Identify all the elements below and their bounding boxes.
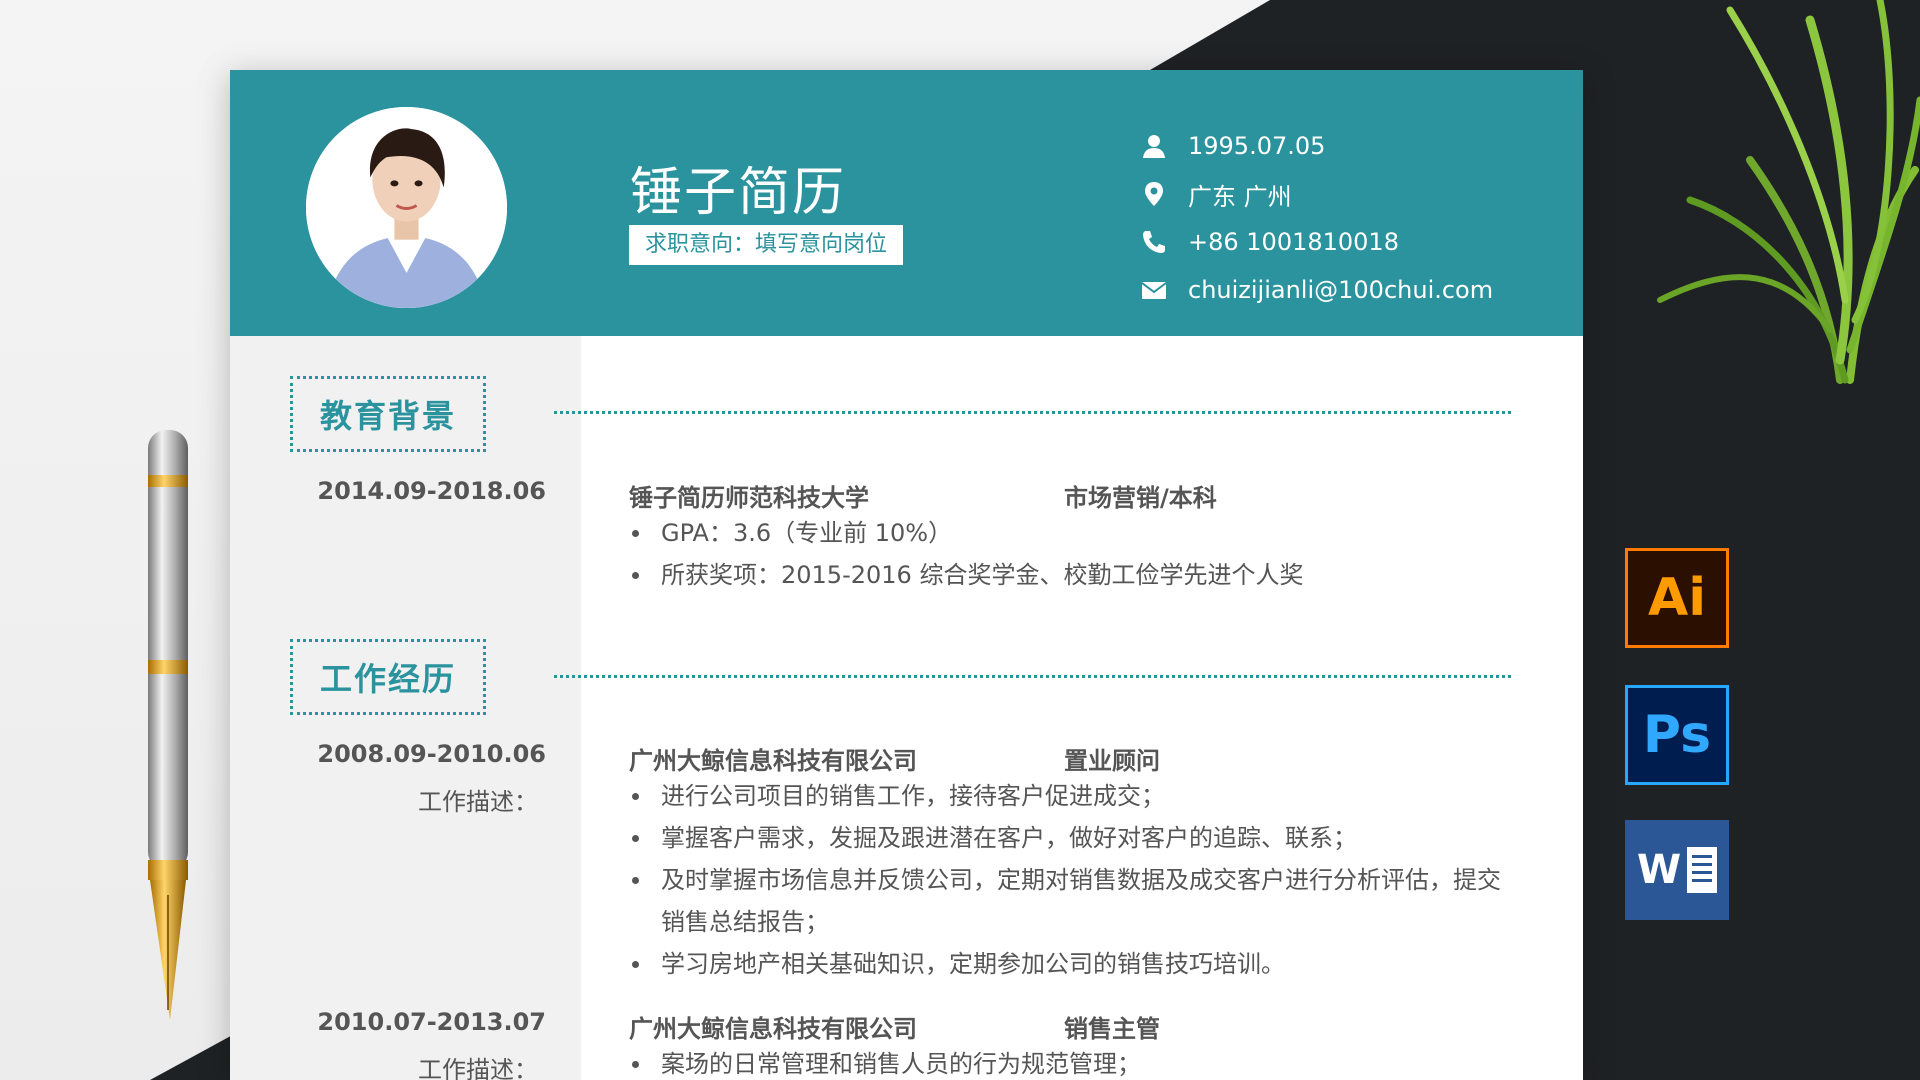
photoshop-icon[interactable]: Ps xyxy=(1625,685,1729,785)
job-1-date: 2008.09-2010.06 xyxy=(317,740,546,768)
list-item: 所获奖项：2015-2016 综合奖学金、校勤工俭学先进个人奖 xyxy=(629,554,1509,596)
list-item: 学习房地产相关基础知识，定期参加公司的销售技巧培训。 xyxy=(629,943,1509,985)
person-icon xyxy=(1140,132,1168,160)
education-section-title: 教育背景 xyxy=(290,376,486,452)
education-date: 2014.09-2018.06 xyxy=(317,477,546,505)
list-item: 案场的日常管理和销售人员的行为规范管理； xyxy=(629,1043,1509,1080)
list-item: GPA：3.6（专业前 10%） xyxy=(629,512,1509,554)
contact-phone: +86 1001810018 xyxy=(1140,218,1493,266)
job-intent: 求职意向：填写意向岗位 xyxy=(629,225,904,265)
job-1-bullets: 进行公司项目的销售工作，接待客户促进成交； 掌握客户需求，发掘及跟进潜在客户，做… xyxy=(629,775,1509,985)
list-item: 进行公司项目的销售工作，接待客户促进成交； xyxy=(629,775,1509,817)
word-icon[interactable]: W xyxy=(1625,820,1729,920)
job-1-desc-label: 工作描述： xyxy=(418,788,538,816)
education-school: 锤子简历师范科技大学 xyxy=(629,484,869,512)
phone-number[interactable]: +86 1001810018 xyxy=(1188,228,1399,256)
contact-location: 广东 广州 xyxy=(1140,170,1493,218)
education-divider xyxy=(554,411,1511,414)
list-item: 掌握客户需求，发掘及跟进潜在客户，做好对客户的追踪、联系； xyxy=(629,817,1509,859)
plant-decoration xyxy=(1657,0,1920,384)
resume-header: 锤子简历 求职意向：填写意向岗位 1995.07.05 广东 广州 +86 10… xyxy=(230,70,1583,336)
work-divider xyxy=(554,675,1511,678)
job-2-role: 销售主管 xyxy=(1064,1015,1160,1043)
job-1-role: 置业顾问 xyxy=(1064,747,1160,775)
list-item: 及时掌握市场信息并反馈公司，定期对销售数据及成交客户进行分析评估，提交销售总结报… xyxy=(629,859,1509,943)
location-text: 广东 广州 xyxy=(1188,182,1292,211)
contact-birth: 1995.07.05 xyxy=(1140,122,1493,170)
illustrator-icon[interactable]: Ai xyxy=(1625,548,1729,648)
education-major: 市场营销/本科 xyxy=(1064,484,1217,512)
fountain-pen-decoration xyxy=(148,430,188,1020)
job-2-date: 2010.07-2013.07 xyxy=(317,1008,546,1036)
document-lines-icon xyxy=(1687,847,1718,893)
job-2-desc-label: 工作描述： xyxy=(418,1056,538,1080)
job-1-company: 广州大鲸信息科技有限公司 xyxy=(629,747,917,775)
location-pin-icon xyxy=(1140,180,1168,208)
job-2-bullets: 案场的日常管理和销售人员的行为规范管理； xyxy=(629,1043,1509,1080)
phone-icon xyxy=(1140,228,1168,256)
profile-photo xyxy=(306,107,507,308)
word-icon-label: W xyxy=(1636,847,1682,893)
resume-page: 锤子简历 求职意向：填写意向岗位 1995.07.05 广东 广州 +86 10… xyxy=(230,70,1583,1080)
contact-email: chuizijianli@100chui.com xyxy=(1140,266,1493,314)
birth-date: 1995.07.05 xyxy=(1188,132,1326,160)
work-section-title: 工作经历 xyxy=(290,639,486,715)
mail-icon xyxy=(1140,276,1168,304)
contact-info: 1995.07.05 广东 广州 +86 1001810018 chuiziji… xyxy=(1140,122,1493,314)
education-bullets: GPA：3.6（专业前 10%） 所获奖项：2015-2016 综合奖学金、校勤… xyxy=(629,512,1509,596)
resume-name: 锤子简历 xyxy=(630,163,847,223)
job-2-company: 广州大鲸信息科技有限公司 xyxy=(629,1015,917,1043)
email-address[interactable]: chuizijianli@100chui.com xyxy=(1188,276,1493,304)
